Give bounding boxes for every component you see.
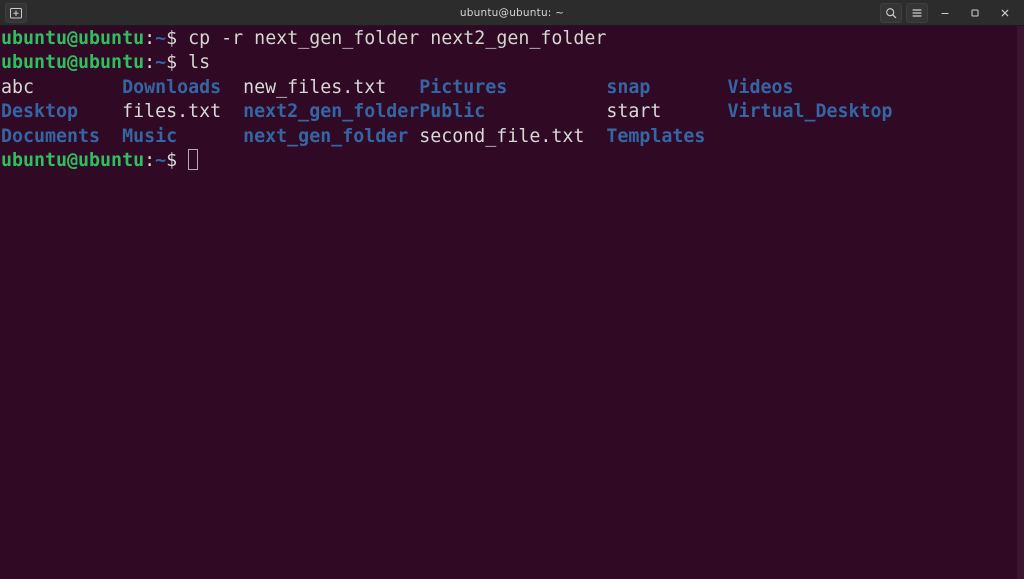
- new-tab-icon[interactable]: [5, 2, 27, 23]
- ls-directory-entry: Desktop: [1, 101, 123, 123]
- prompt-sigil: $: [166, 52, 178, 74]
- terminal-body[interactable]: ubuntu@ubuntu:~$ cp -r next_gen_folder n…: [0, 26, 1024, 579]
- prompt-path: ~: [155, 149, 167, 171]
- ls-directory-entry: Downloads: [122, 76, 244, 98]
- ls-file-entry: files.txt: [122, 101, 244, 123]
- ls-file-entry: new_files.txt: [243, 76, 420, 98]
- minimize-button[interactable]: [932, 3, 958, 23]
- prompt-path: ~: [155, 28, 167, 49]
- terminal-screen: ubuntu@ubuntu:~$ cp -r next_gen_folder n…: [0, 26, 893, 173]
- terminal-command-text: ls: [177, 52, 211, 74]
- ls-directory-entry: Documents: [1, 125, 123, 147]
- ls-directory-entry: Virtual_Desktop: [727, 101, 893, 123]
- terminal-command-text: [177, 150, 188, 171]
- hamburger-menu-icon[interactable]: [906, 2, 928, 23]
- title-bar: ubuntu@ubuntu: ~: [0, 0, 1024, 26]
- prompt-sigil: $: [166, 28, 178, 49]
- ls-directory-entry: next2_gen_folder: [243, 101, 420, 123]
- terminal-prompt-line: ubuntu@ubuntu:~$: [1, 148, 893, 173]
- prompt-colon: :: [144, 149, 156, 171]
- search-icon[interactable]: [880, 2, 902, 23]
- terminal-command-text: cp -r next_gen_folder next2_gen_folder: [177, 28, 607, 49]
- prompt-colon: :: [144, 28, 156, 49]
- prompt-sigil: $: [166, 149, 178, 171]
- ls-directory-entry: Public: [419, 101, 607, 123]
- terminal-output-line: Documents Music next_gen_folder second_f…: [1, 125, 893, 149]
- close-button[interactable]: [992, 3, 1018, 23]
- prompt-user-host: ubuntu@ubuntu: [1, 52, 145, 74]
- ls-directory-entry: Templates: [606, 125, 706, 147]
- terminal-cursor: [188, 148, 199, 170]
- terminal-window: ubuntu@ubuntu: ~ ubuntu@ubuntu:~$ cp -r …: [0, 0, 1024, 579]
- prompt-colon: :: [144, 52, 156, 74]
- terminal-output-line: Desktop files.txt next2_gen_folderPublic…: [1, 100, 893, 124]
- prompt-path: ~: [155, 52, 167, 74]
- ls-directory-entry: Music: [122, 125, 244, 147]
- ls-directory-entry: next_gen_folder: [243, 125, 420, 147]
- window-title: ubuntu@ubuntu: ~: [459, 6, 565, 19]
- ls-file-entry: second_file.txt: [419, 125, 607, 147]
- ls-file-entry: abc: [1, 76, 123, 98]
- titlebar-right-group: [880, 2, 1024, 23]
- maximize-button[interactable]: [962, 3, 988, 23]
- ls-directory-entry: Videos: [727, 76, 794, 98]
- terminal-prompt-line: ubuntu@ubuntu:~$ cp -r next_gen_folder n…: [1, 27, 893, 51]
- terminal-scrollbar[interactable]: [1017, 26, 1024, 579]
- titlebar-left-group: [0, 2, 27, 23]
- prompt-user-host: ubuntu@ubuntu: [1, 28, 145, 49]
- ls-directory-entry: Pictures: [419, 76, 607, 98]
- terminal-output-line: abc Downloads new_files.txt Pictures sna…: [1, 76, 893, 100]
- ls-file-entry: start: [606, 101, 728, 123]
- ls-directory-entry: snap: [606, 76, 728, 98]
- terminal-prompt-line: ubuntu@ubuntu:~$ ls: [1, 51, 893, 75]
- prompt-user-host: ubuntu@ubuntu: [1, 149, 145, 171]
